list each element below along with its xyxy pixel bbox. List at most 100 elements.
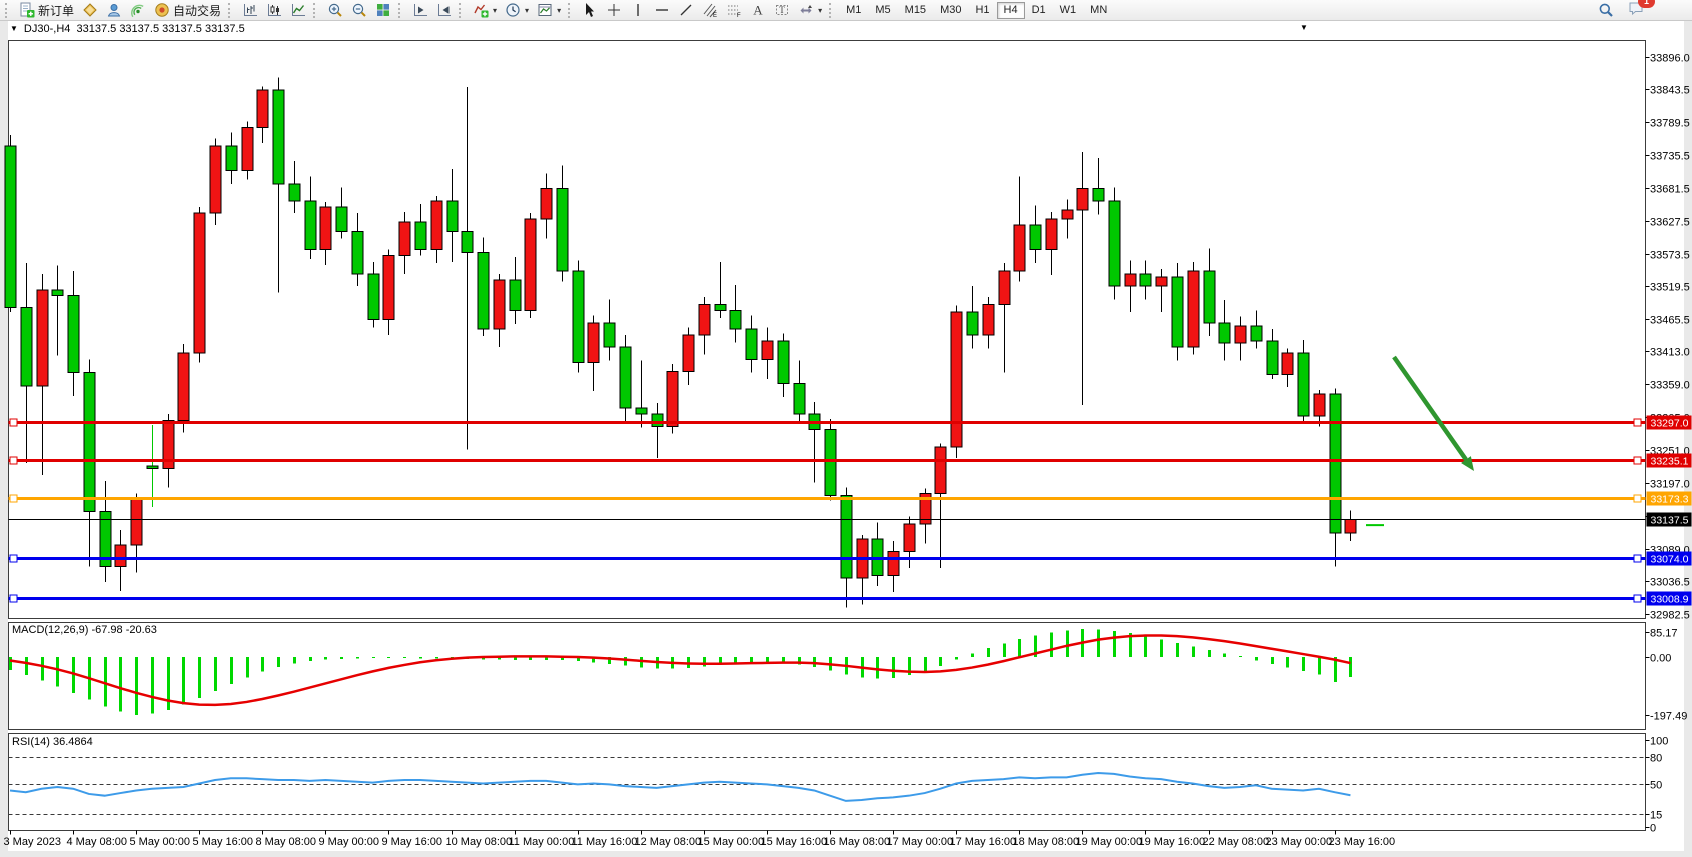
- indicators-button[interactable]: ▾: [469, 1, 501, 20]
- text-label-button[interactable]: T: [770, 1, 794, 20]
- market-watch-icon: [82, 2, 98, 18]
- channel-icon: E: [702, 2, 718, 18]
- timeframe-mn-button[interactable]: MN: [1083, 2, 1114, 19]
- chart-canvas[interactable]: 33896.033843.533789.533735.533681.533627…: [0, 21, 1692, 857]
- dropdown-caret-icon[interactable]: ▾: [525, 6, 529, 15]
- time-axis-label: 15 May 00:00: [698, 836, 765, 848]
- new-order-icon: [19, 2, 35, 18]
- candle-body: [683, 335, 694, 372]
- tile-windows-button[interactable]: [371, 1, 395, 20]
- candle-body: [462, 231, 473, 252]
- candle-body: [447, 201, 458, 231]
- dropdown-caret-icon[interactable]: ▾: [557, 6, 561, 15]
- chart-bars-button[interactable]: [238, 1, 262, 20]
- zoom-in-button[interactable]: [323, 1, 347, 20]
- signals-button[interactable]: [126, 1, 150, 20]
- candle-body: [1030, 225, 1041, 249]
- candle-body: [1014, 225, 1025, 271]
- dropdown-caret-icon[interactable]: ▾: [818, 6, 822, 15]
- new-order-icon: [19, 2, 35, 18]
- trendline-button[interactable]: [674, 1, 698, 20]
- equidistant-channel-button[interactable]: E: [698, 1, 722, 20]
- text-icon: A: [750, 2, 766, 18]
- rsi-line: [10, 773, 1350, 801]
- chart-candles-icon: [266, 2, 282, 18]
- timeframe-m5-button[interactable]: M5: [868, 2, 897, 19]
- candle-body: [620, 347, 631, 408]
- timeframe-d1-button[interactable]: D1: [1025, 2, 1053, 19]
- text-button[interactable]: A: [746, 1, 770, 20]
- time-axis-label: 9 May 16:00: [382, 836, 443, 848]
- chart-autoscroll-button[interactable]: [432, 1, 456, 20]
- mql5-community-button[interactable]: [102, 1, 126, 20]
- timeframe-h4-button[interactable]: H4: [997, 2, 1025, 19]
- chart-shift-button[interactable]: [408, 1, 432, 20]
- toolbar-right-group: 1: [1594, 0, 1648, 21]
- templates-button[interactable]: ▾: [533, 1, 565, 20]
- hline-handle[interactable]: [10, 555, 17, 562]
- toolbar-grip: [5, 3, 11, 18]
- dropdown-caret-icon[interactable]: ▾: [493, 6, 497, 15]
- timeframe-m15-button[interactable]: M15: [898, 2, 933, 19]
- fibonacci-icon: F: [726, 2, 742, 18]
- templates-icon: [537, 2, 553, 18]
- arrows-button[interactable]: ▾: [794, 1, 826, 20]
- crosshair-icon: [606, 2, 622, 18]
- crosshair-button[interactable]: [602, 1, 626, 20]
- candle-body: [762, 341, 773, 359]
- periods-icon: [505, 2, 521, 18]
- timeframe-m1-button[interactable]: M1: [839, 2, 868, 19]
- horizontal-line-button[interactable]: [650, 1, 674, 20]
- time-axis-label: 8 May 08:00: [256, 836, 317, 848]
- fibonacci-button[interactable]: F: [722, 1, 746, 20]
- candle-body: [746, 329, 757, 359]
- candle-body: [1172, 277, 1183, 347]
- time-axis-label: 19 May 16:00: [1139, 836, 1206, 848]
- hline-handle[interactable]: [10, 495, 17, 502]
- hline-handle[interactable]: [1634, 595, 1641, 602]
- chart-line-button[interactable]: [286, 1, 310, 20]
- candle-body: [967, 312, 978, 335]
- candle-body: [320, 207, 331, 250]
- hline-handle[interactable]: [10, 419, 17, 426]
- hline-handle[interactable]: [1634, 457, 1641, 464]
- hline-handle[interactable]: [1634, 495, 1641, 502]
- vline-icon: [630, 2, 646, 18]
- vertical-line-button[interactable]: [626, 1, 650, 20]
- chart-line-icon: [290, 2, 306, 18]
- market-watch-button[interactable]: [78, 1, 102, 20]
- candle-body: [1267, 341, 1278, 375]
- hline-handle[interactable]: [10, 595, 17, 602]
- time-axis-label: 15 May 16:00: [761, 836, 828, 848]
- timeframe-h1-button[interactable]: H1: [968, 2, 996, 19]
- autotrading-button[interactable]: 自动交易: [150, 1, 225, 20]
- candle-body: [399, 222, 410, 256]
- timeframe-m30-button[interactable]: M30: [933, 2, 968, 19]
- chart-bars-icon: [242, 2, 258, 18]
- chart-line-icon: [290, 2, 306, 18]
- zoom-in-icon: [327, 2, 343, 18]
- hline-handle[interactable]: [1634, 419, 1641, 426]
- time-axis-label: 4 May 08:00: [67, 836, 128, 848]
- price-axis-tick: 33519.5: [1650, 282, 1690, 294]
- timeframe-w1-button[interactable]: W1: [1053, 2, 1084, 19]
- new-order-button[interactable]: 新订单: [15, 1, 78, 20]
- cursor-button[interactable]: [578, 1, 602, 20]
- chart-candles-button[interactable]: [262, 1, 286, 20]
- chart-shift-icon: [412, 2, 428, 18]
- hline-handle[interactable]: [1634, 555, 1641, 562]
- trend-arrow[interactable]: [1394, 357, 1466, 460]
- periods-button[interactable]: ▾: [501, 1, 533, 20]
- candle-body: [210, 146, 221, 213]
- zoom-out-button[interactable]: [347, 1, 371, 20]
- hline-handle[interactable]: [10, 457, 17, 464]
- candle-body: [336, 207, 347, 231]
- time-axis-label: 23 May 16:00: [1329, 836, 1396, 848]
- candle-body: [794, 384, 805, 414]
- candle-body: [494, 280, 505, 329]
- toolbar-grip: [228, 3, 234, 18]
- candle-body: [541, 189, 552, 219]
- candle-body: [1125, 274, 1136, 286]
- search-button[interactable]: [1594, 1, 1618, 20]
- candle-body: [242, 128, 253, 171]
